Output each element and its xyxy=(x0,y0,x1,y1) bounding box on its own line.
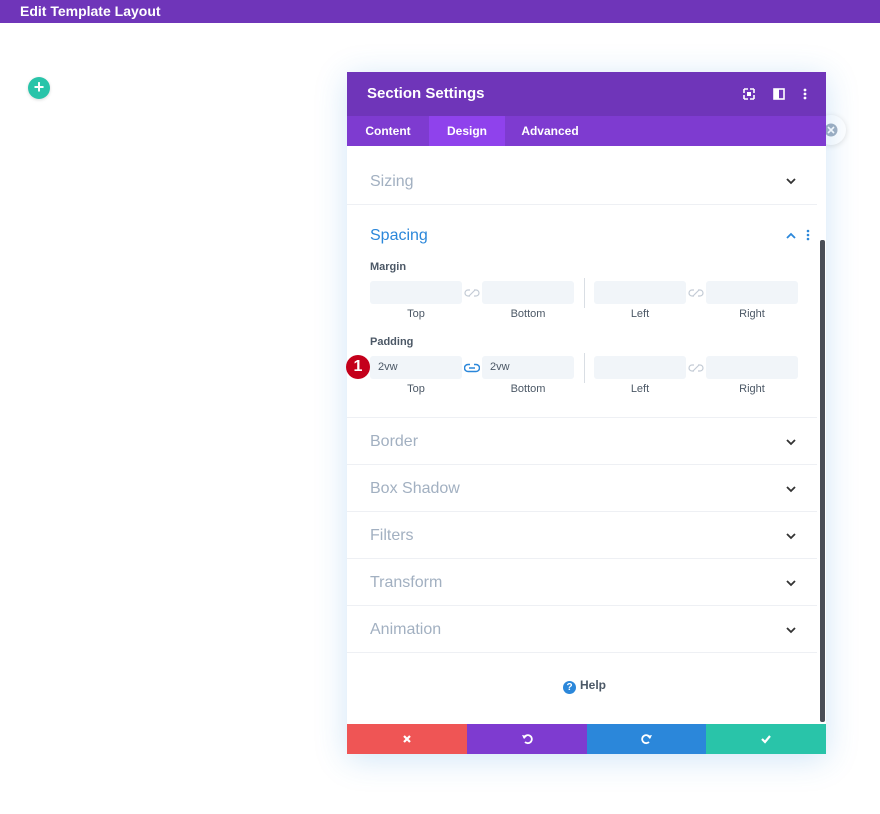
section-title: Border xyxy=(370,433,419,450)
section-spacing: Spacing Margin Top Bottom Left Right Pad… xyxy=(347,205,817,418)
checkmark-icon xyxy=(761,735,771,744)
fullscreen-icon[interactable] xyxy=(741,86,757,102)
redo-icon xyxy=(641,734,652,745)
margin-label: Margin xyxy=(370,261,407,273)
portability-icon xyxy=(824,123,838,137)
scrollbar[interactable] xyxy=(820,240,825,722)
section-border[interactable]: Border xyxy=(347,418,817,465)
padding-left-label: Left xyxy=(630,383,650,395)
section-settings-modal: Section Settings Content Design Advanced… xyxy=(347,72,826,754)
modal-title: Section Settings xyxy=(367,85,485,102)
redo-button[interactable] xyxy=(587,724,707,754)
chevron-down-icon xyxy=(786,533,796,540)
undo-button[interactable] xyxy=(467,724,587,754)
section-transform[interactable]: Transform xyxy=(347,559,817,606)
padding-top-label: Top xyxy=(407,383,425,395)
link-icon[interactable] xyxy=(464,288,480,298)
section-title: Filters xyxy=(370,527,414,544)
margin-right-label: Right xyxy=(739,308,765,320)
split-view-icon[interactable] xyxy=(771,86,787,102)
divider xyxy=(584,353,585,383)
modal-header: Section Settings xyxy=(347,72,826,116)
chevron-up-icon[interactable] xyxy=(785,232,797,240)
padding-bottom-input[interactable]: 2vw xyxy=(482,356,574,379)
more-options-icon[interactable] xyxy=(797,86,813,102)
tab-content[interactable]: Content xyxy=(347,116,429,146)
chevron-down-icon xyxy=(786,486,796,493)
margin-bottom-label: Bottom xyxy=(510,308,546,320)
settings-tabs: Content Design Advanced xyxy=(347,116,826,146)
margin-left-input[interactable] xyxy=(594,281,686,304)
chevron-down-icon xyxy=(786,178,796,185)
help-icon: ? xyxy=(563,681,576,694)
settings-body: Sizing Spacing Margin Top Bottom Left Ri… xyxy=(347,146,826,724)
page-title: Edit Template Layout xyxy=(20,3,161,19)
undo-icon xyxy=(522,734,533,745)
padding-bottom-label: Bottom xyxy=(510,383,546,395)
section-title: Transform xyxy=(370,574,443,591)
link-icon[interactable] xyxy=(688,363,704,373)
section-sizing[interactable]: Sizing xyxy=(347,158,817,205)
close-icon xyxy=(403,735,411,743)
padding-right-input[interactable] xyxy=(706,356,798,379)
section-title: Animation xyxy=(370,621,442,638)
padding-right-label: Right xyxy=(739,383,765,395)
margin-bottom-input[interactable] xyxy=(482,281,574,304)
help-label: Help xyxy=(580,678,607,692)
cancel-button[interactable] xyxy=(347,724,467,754)
chevron-down-icon xyxy=(786,439,796,446)
chevron-down-icon xyxy=(786,580,796,587)
padding-left-input[interactable] xyxy=(594,356,686,379)
divider xyxy=(584,278,585,308)
margin-top-label: Top xyxy=(407,308,425,320)
section-box-shadow[interactable]: Box Shadow xyxy=(347,465,817,512)
add-section-button[interactable]: + xyxy=(28,77,50,99)
save-button[interactable] xyxy=(706,724,826,754)
section-filters[interactable]: Filters xyxy=(347,512,817,559)
tab-design[interactable]: Design xyxy=(429,116,505,146)
chevron-down-icon xyxy=(786,627,796,634)
padding-label: Padding xyxy=(370,336,414,348)
spacing-options-icon[interactable] xyxy=(806,229,810,241)
margin-right-input[interactable] xyxy=(706,281,798,304)
linked-icon[interactable] xyxy=(464,363,480,373)
section-title: Sizing xyxy=(370,173,414,190)
section-title[interactable]: Spacing xyxy=(370,227,428,245)
link-icon[interactable] xyxy=(688,288,704,298)
step-badge: 1 xyxy=(346,355,370,379)
margin-top-input[interactable] xyxy=(370,281,462,304)
tab-advanced[interactable]: Advanced xyxy=(505,116,595,146)
modal-footer xyxy=(347,724,826,754)
section-title: Box Shadow xyxy=(370,480,460,497)
margin-left-label: Left xyxy=(630,308,650,320)
section-animation[interactable]: Animation xyxy=(347,606,817,653)
help-link[interactable]: ? Help xyxy=(563,678,606,694)
padding-top-input[interactable]: 2vw xyxy=(370,356,462,379)
top-bar: Edit Template Layout xyxy=(0,0,880,23)
